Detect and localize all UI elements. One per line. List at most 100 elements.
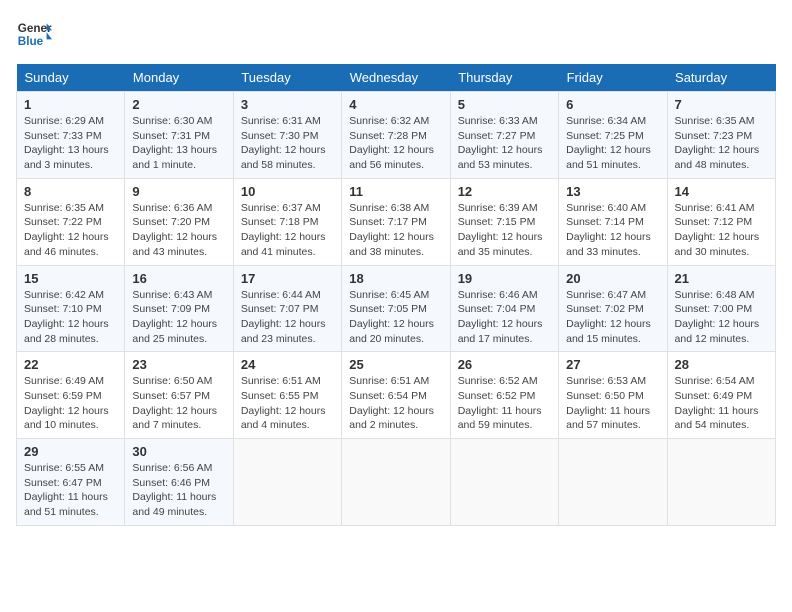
calendar-cell: 30 Sunrise: 6:56 AM Sunset: 6:46 PM Dayl… — [125, 439, 233, 526]
day-info: Sunrise: 6:35 AM Sunset: 7:23 PM Dayligh… — [675, 114, 768, 173]
day-number: 17 — [241, 271, 334, 286]
calendar-cell: 19 Sunrise: 6:46 AM Sunset: 7:04 PM Dayl… — [450, 265, 558, 352]
day-info: Sunrise: 6:42 AM Sunset: 7:10 PM Dayligh… — [24, 288, 117, 347]
day-info: Sunrise: 6:49 AM Sunset: 6:59 PM Dayligh… — [24, 374, 117, 433]
day-number: 14 — [675, 184, 768, 199]
day-number: 28 — [675, 357, 768, 372]
day-number: 15 — [24, 271, 117, 286]
day-number: 16 — [132, 271, 225, 286]
calendar-cell: 29 Sunrise: 6:55 AM Sunset: 6:47 PM Dayl… — [17, 439, 125, 526]
day-info: Sunrise: 6:41 AM Sunset: 7:12 PM Dayligh… — [675, 201, 768, 260]
calendar-cell: 17 Sunrise: 6:44 AM Sunset: 7:07 PM Dayl… — [233, 265, 341, 352]
calendar-cell: 8 Sunrise: 6:35 AM Sunset: 7:22 PM Dayli… — [17, 178, 125, 265]
calendar-cell: 21 Sunrise: 6:48 AM Sunset: 7:00 PM Dayl… — [667, 265, 775, 352]
day-info: Sunrise: 6:34 AM Sunset: 7:25 PM Dayligh… — [566, 114, 659, 173]
calendar-cell: 10 Sunrise: 6:37 AM Sunset: 7:18 PM Dayl… — [233, 178, 341, 265]
calendar-cell: 14 Sunrise: 6:41 AM Sunset: 7:12 PM Dayl… — [667, 178, 775, 265]
day-number: 18 — [349, 271, 442, 286]
calendar-cell — [450, 439, 558, 526]
calendar-cell: 27 Sunrise: 6:53 AM Sunset: 6:50 PM Dayl… — [559, 352, 667, 439]
calendar-cell: 16 Sunrise: 6:43 AM Sunset: 7:09 PM Dayl… — [125, 265, 233, 352]
calendar-cell — [559, 439, 667, 526]
day-info: Sunrise: 6:51 AM Sunset: 6:55 PM Dayligh… — [241, 374, 334, 433]
calendar-week-3: 15 Sunrise: 6:42 AM Sunset: 7:10 PM Dayl… — [17, 265, 776, 352]
logo: General Blue — [16, 16, 52, 52]
day-number: 1 — [24, 97, 117, 112]
day-header-sunday: Sunday — [17, 64, 125, 92]
day-number: 26 — [458, 357, 551, 372]
day-info: Sunrise: 6:45 AM Sunset: 7:05 PM Dayligh… — [349, 288, 442, 347]
calendar-table: SundayMondayTuesdayWednesdayThursdayFrid… — [16, 64, 776, 526]
day-info: Sunrise: 6:48 AM Sunset: 7:00 PM Dayligh… — [675, 288, 768, 347]
calendar-cell: 1 Sunrise: 6:29 AM Sunset: 7:33 PM Dayli… — [17, 92, 125, 179]
calendar-cell — [342, 439, 450, 526]
day-number: 13 — [566, 184, 659, 199]
day-number: 30 — [132, 444, 225, 459]
day-number: 20 — [566, 271, 659, 286]
svg-text:Blue: Blue — [18, 35, 44, 48]
calendar-cell: 28 Sunrise: 6:54 AM Sunset: 6:49 PM Dayl… — [667, 352, 775, 439]
day-number: 5 — [458, 97, 551, 112]
calendar-cell: 24 Sunrise: 6:51 AM Sunset: 6:55 PM Dayl… — [233, 352, 341, 439]
calendar-cell: 20 Sunrise: 6:47 AM Sunset: 7:02 PM Dayl… — [559, 265, 667, 352]
calendar-cell: 18 Sunrise: 6:45 AM Sunset: 7:05 PM Dayl… — [342, 265, 450, 352]
day-info: Sunrise: 6:30 AM Sunset: 7:31 PM Dayligh… — [132, 114, 225, 173]
logo-icon: General Blue — [16, 16, 52, 52]
day-number: 23 — [132, 357, 225, 372]
calendar-cell: 22 Sunrise: 6:49 AM Sunset: 6:59 PM Dayl… — [17, 352, 125, 439]
day-header-tuesday: Tuesday — [233, 64, 341, 92]
day-number: 21 — [675, 271, 768, 286]
day-info: Sunrise: 6:54 AM Sunset: 6:49 PM Dayligh… — [675, 374, 768, 433]
calendar-cell — [667, 439, 775, 526]
day-number: 24 — [241, 357, 334, 372]
day-number: 4 — [349, 97, 442, 112]
day-number: 29 — [24, 444, 117, 459]
day-number: 2 — [132, 97, 225, 112]
day-number: 12 — [458, 184, 551, 199]
calendar-cell: 6 Sunrise: 6:34 AM Sunset: 7:25 PM Dayli… — [559, 92, 667, 179]
day-info: Sunrise: 6:32 AM Sunset: 7:28 PM Dayligh… — [349, 114, 442, 173]
day-info: Sunrise: 6:37 AM Sunset: 7:18 PM Dayligh… — [241, 201, 334, 260]
calendar-cell: 9 Sunrise: 6:36 AM Sunset: 7:20 PM Dayli… — [125, 178, 233, 265]
day-number: 22 — [24, 357, 117, 372]
calendar-week-2: 8 Sunrise: 6:35 AM Sunset: 7:22 PM Dayli… — [17, 178, 776, 265]
calendar-cell: 7 Sunrise: 6:35 AM Sunset: 7:23 PM Dayli… — [667, 92, 775, 179]
day-info: Sunrise: 6:29 AM Sunset: 7:33 PM Dayligh… — [24, 114, 117, 173]
day-number: 8 — [24, 184, 117, 199]
calendar-week-4: 22 Sunrise: 6:49 AM Sunset: 6:59 PM Dayl… — [17, 352, 776, 439]
day-number: 6 — [566, 97, 659, 112]
day-header-thursday: Thursday — [450, 64, 558, 92]
day-number: 9 — [132, 184, 225, 199]
calendar-cell: 4 Sunrise: 6:32 AM Sunset: 7:28 PM Dayli… — [342, 92, 450, 179]
day-info: Sunrise: 6:46 AM Sunset: 7:04 PM Dayligh… — [458, 288, 551, 347]
day-header-saturday: Saturday — [667, 64, 775, 92]
calendar-cell: 3 Sunrise: 6:31 AM Sunset: 7:30 PM Dayli… — [233, 92, 341, 179]
day-number: 10 — [241, 184, 334, 199]
day-header-monday: Monday — [125, 64, 233, 92]
day-header-friday: Friday — [559, 64, 667, 92]
day-number: 25 — [349, 357, 442, 372]
day-header-wednesday: Wednesday — [342, 64, 450, 92]
calendar-week-1: 1 Sunrise: 6:29 AM Sunset: 7:33 PM Dayli… — [17, 92, 776, 179]
calendar-cell: 2 Sunrise: 6:30 AM Sunset: 7:31 PM Dayli… — [125, 92, 233, 179]
day-info: Sunrise: 6:55 AM Sunset: 6:47 PM Dayligh… — [24, 461, 117, 520]
day-number: 27 — [566, 357, 659, 372]
day-info: Sunrise: 6:50 AM Sunset: 6:57 PM Dayligh… — [132, 374, 225, 433]
day-info: Sunrise: 6:44 AM Sunset: 7:07 PM Dayligh… — [241, 288, 334, 347]
day-info: Sunrise: 6:43 AM Sunset: 7:09 PM Dayligh… — [132, 288, 225, 347]
day-info: Sunrise: 6:47 AM Sunset: 7:02 PM Dayligh… — [566, 288, 659, 347]
day-info: Sunrise: 6:56 AM Sunset: 6:46 PM Dayligh… — [132, 461, 225, 520]
day-info: Sunrise: 6:51 AM Sunset: 6:54 PM Dayligh… — [349, 374, 442, 433]
day-info: Sunrise: 6:31 AM Sunset: 7:30 PM Dayligh… — [241, 114, 334, 173]
calendar-cell: 5 Sunrise: 6:33 AM Sunset: 7:27 PM Dayli… — [450, 92, 558, 179]
calendar-cell: 13 Sunrise: 6:40 AM Sunset: 7:14 PM Dayl… — [559, 178, 667, 265]
day-number: 3 — [241, 97, 334, 112]
day-info: Sunrise: 6:39 AM Sunset: 7:15 PM Dayligh… — [458, 201, 551, 260]
day-info: Sunrise: 6:53 AM Sunset: 6:50 PM Dayligh… — [566, 374, 659, 433]
calendar-cell: 15 Sunrise: 6:42 AM Sunset: 7:10 PM Dayl… — [17, 265, 125, 352]
day-number: 19 — [458, 271, 551, 286]
calendar-cell: 12 Sunrise: 6:39 AM Sunset: 7:15 PM Dayl… — [450, 178, 558, 265]
day-info: Sunrise: 6:36 AM Sunset: 7:20 PM Dayligh… — [132, 201, 225, 260]
calendar-cell: 11 Sunrise: 6:38 AM Sunset: 7:17 PM Dayl… — [342, 178, 450, 265]
calendar-week-5: 29 Sunrise: 6:55 AM Sunset: 6:47 PM Dayl… — [17, 439, 776, 526]
